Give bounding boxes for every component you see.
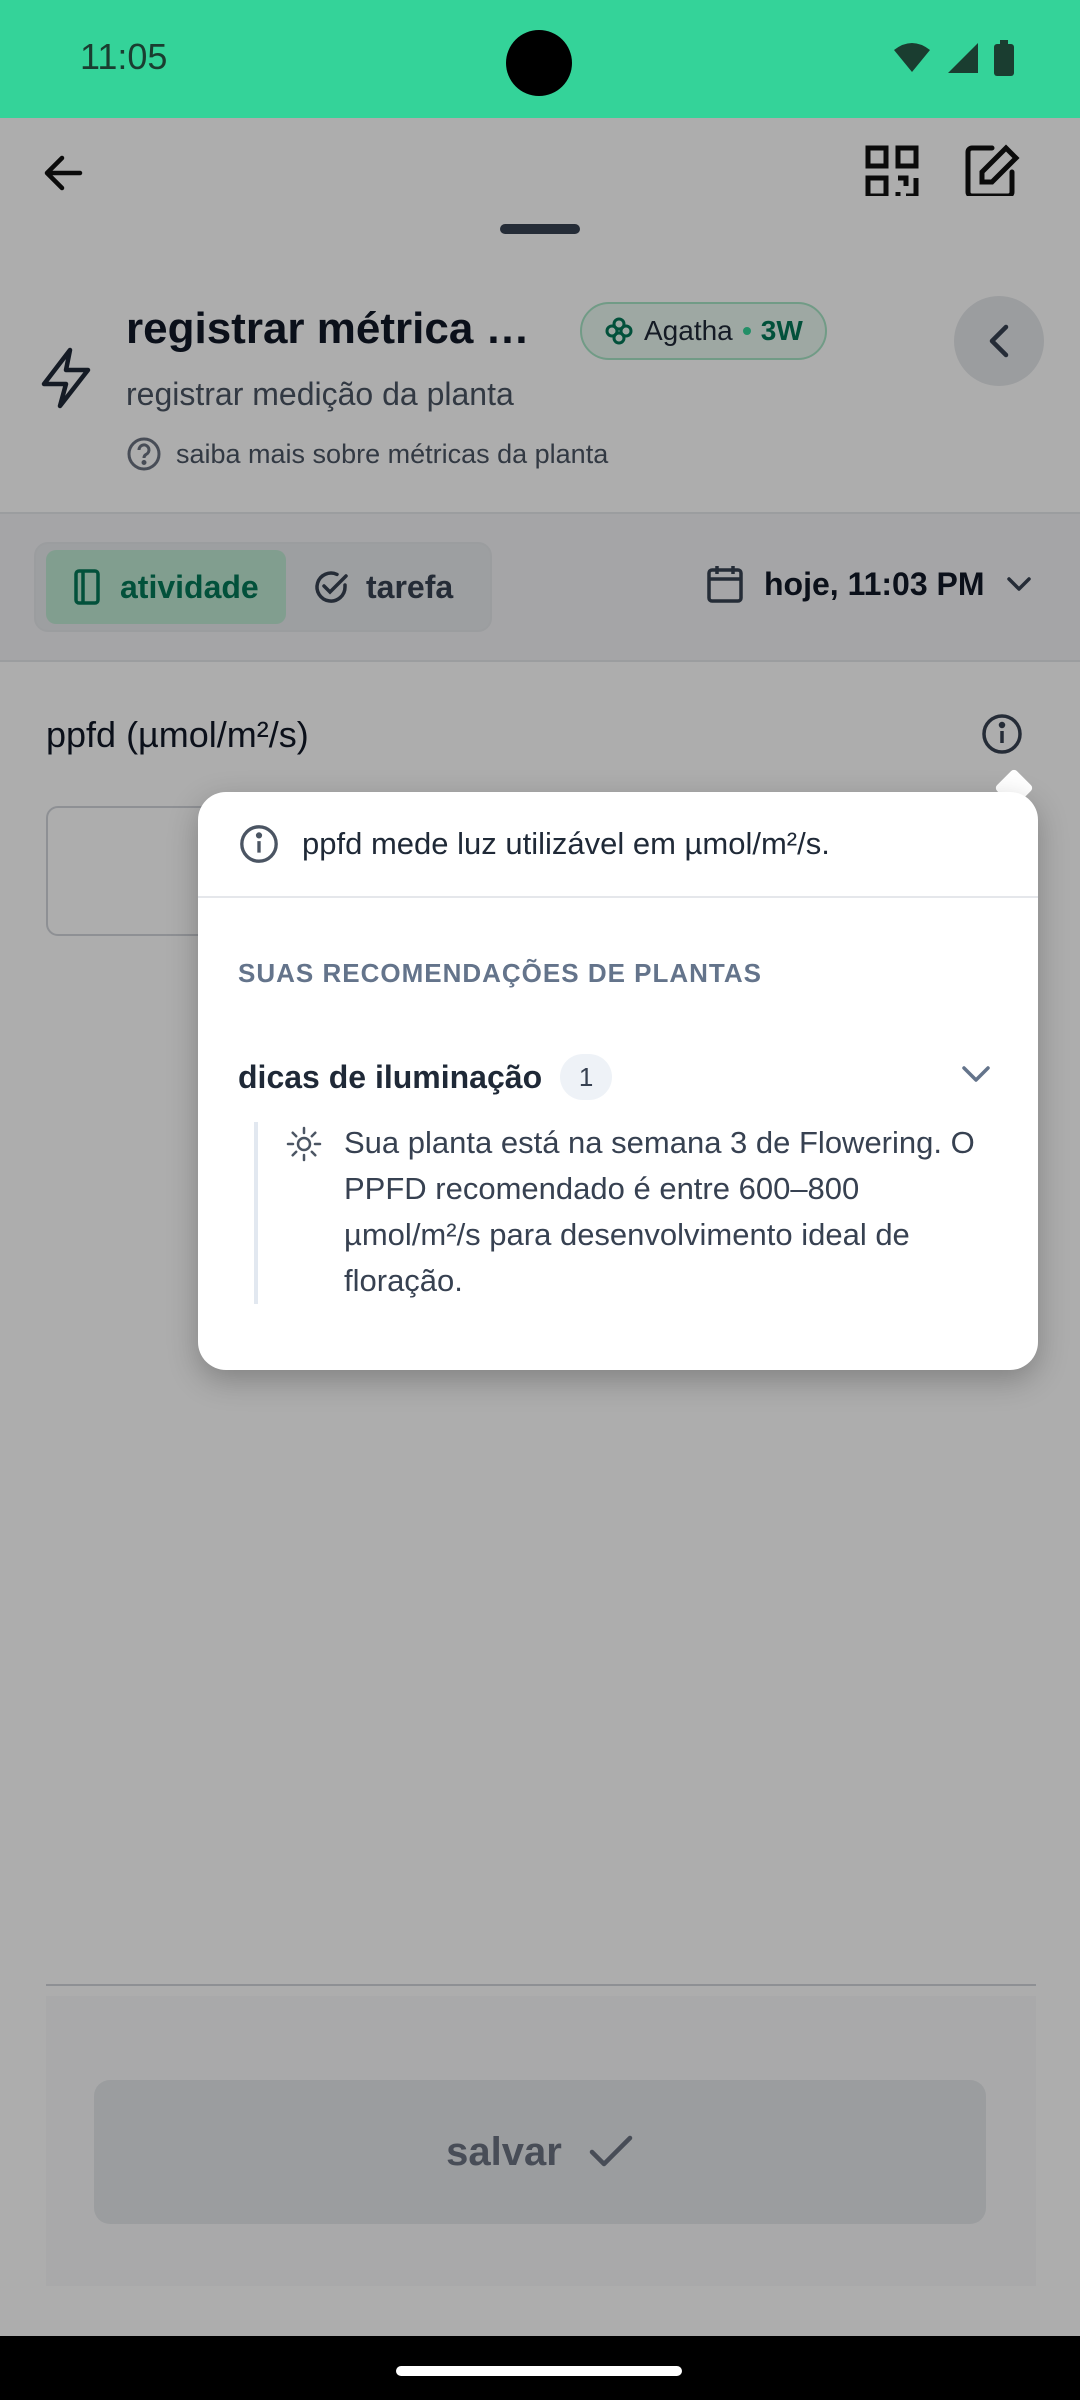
battery-icon <box>994 40 1014 76</box>
lighting-tips-count: 1 <box>560 1054 613 1100</box>
home-gesture-pill[interactable] <box>396 2366 682 2376</box>
info-popover: ppfd mede luz utilizável em µmol/m²/s. S… <box>198 792 1038 1370</box>
camera-cutout <box>506 30 572 96</box>
chevron-down-icon[interactable] <box>958 1062 994 1086</box>
wifi-icon <box>894 43 930 72</box>
popover-info-row: ppfd mede luz utilizável em µmol/m²/s. <box>198 792 1038 898</box>
lighting-tips-title: dicas de iluminação <box>238 1058 543 1095</box>
signal-icon <box>948 43 978 73</box>
popover-info-text: ppfd mede luz utilizável em µmol/m²/s. <box>302 826 830 861</box>
sun-icon <box>286 1126 322 1162</box>
lighting-tip-text: Sua planta está na semana 3 de Flowering… <box>344 1125 975 1298</box>
lighting-tips-header[interactable]: dicas de iluminação 1 <box>238 1054 998 1100</box>
status-time: 11:05 <box>80 36 168 77</box>
info-icon <box>240 825 278 863</box>
tip-accent-bar <box>254 1122 258 1304</box>
status-icons <box>892 40 1014 76</box>
recommendations-heading: SUAS RECOMENDAÇÕES DE PLANTAS <box>238 958 763 988</box>
